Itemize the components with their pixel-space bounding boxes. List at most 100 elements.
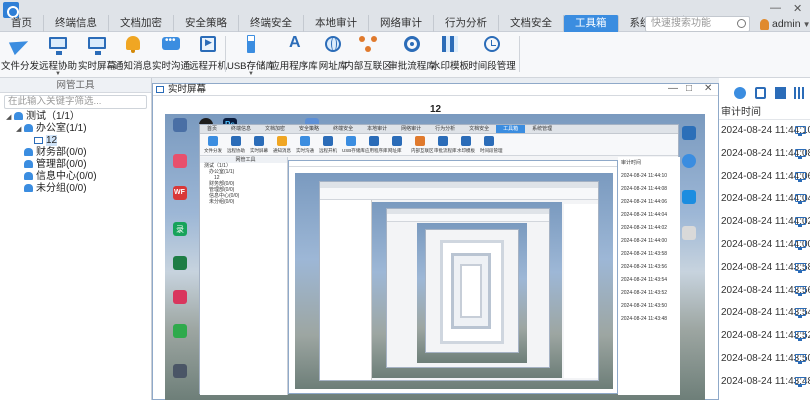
remote-assist-icon [48, 35, 68, 55]
audit-row[interactable]: 2024-08-24 11:44:10 [719, 120, 810, 143]
remote-desktop-view[interactable]: Ps WF 录 首页终端信息文档加密安全策略终端安全本地审计网络审计行为分析文档… [165, 114, 705, 400]
tool-bell-button[interactable]: 通知消息 [114, 34, 152, 74]
tab-item[interactable]: 终端信息 [44, 15, 109, 32]
tab-item[interactable]: 本地审计 [304, 15, 369, 32]
tool-flow-button[interactable]: 审批流程库 [388, 34, 436, 74]
monitor-icon[interactable] [795, 126, 806, 136]
nested-tree-l2 [320, 200, 372, 380]
tree-node[interactable]: 管理部(0/0) [0, 159, 151, 171]
tree-node[interactable]: 信息中心(0/0) [0, 171, 151, 183]
minimize-button[interactable]: — [668, 83, 678, 94]
usb-icon-shape [247, 35, 255, 53]
monitor-icon[interactable] [795, 262, 806, 273]
tab-item[interactable]: 首页 [0, 15, 44, 32]
tree-node[interactable]: ◢ 测试（1/1） [0, 111, 151, 123]
audit-row[interactable]: 2024-08-24 11:44:02 [719, 211, 810, 234]
tab-item[interactable]: 文档安全 [499, 15, 564, 32]
tool-monitor-button[interactable]: 实时屏幕 [78, 34, 116, 74]
monitor-icon[interactable] [795, 308, 806, 319]
toolbox-toolbar: 文件分发远程协助▼实时屏幕通知消息实时沟通远程开机USB存储库▼应用程序库网址库… [0, 32, 810, 78]
audit-row[interactable]: 2024-08-24 11:43:52 [719, 325, 810, 348]
monitor-icon[interactable] [795, 376, 806, 387]
tree-filter-input[interactable]: 在此输入关键字筛选... [4, 95, 147, 109]
minimize-button[interactable]: — [770, 2, 781, 14]
export-icon[interactable] [755, 87, 766, 99]
remote-tool-label: 通知消息 [273, 148, 291, 153]
tool-power-button[interactable]: 远程开机 [189, 34, 227, 74]
audit-row[interactable]: 2024-08-24 11:43:56 [719, 280, 810, 303]
tab-item[interactable]: 终端安全 [239, 15, 304, 32]
tree-node-label: 未分组(0/0) [36, 183, 87, 194]
tool-app-library-button[interactable]: 应用程序库 [270, 34, 318, 74]
tab-item[interactable]: 工具箱 [564, 15, 619, 32]
close-button[interactable]: ✕ [793, 2, 802, 15]
tool-mosaic-button[interactable]: 水印模板 [431, 34, 469, 74]
tree-filter-placeholder: 在此输入关键字筛选... [8, 96, 102, 107]
network-icon-shape [359, 36, 377, 54]
tool-paper-plane-button[interactable]: 文件分发 [1, 34, 39, 74]
tool-network-button[interactable]: 内部互联区 [344, 34, 392, 74]
remote-audit-header: 审计时间 [621, 160, 642, 166]
desktop-app-icon [682, 154, 696, 168]
tool-label: 实时沟通 [152, 61, 191, 72]
tree-node[interactable]: ◢ 办公室(1/1) [0, 123, 151, 135]
title-bar: 首页终端信息文档加密安全策略终端安全本地审计网络审计行为分析文档安全工具箱系统管… [0, 0, 810, 32]
audit-row[interactable]: 2024-08-24 11:43:54 [719, 302, 810, 325]
audit-row[interactable]: 2024-08-24 11:44:00 [719, 234, 810, 257]
monitor-icon[interactable] [795, 194, 806, 205]
monitor-icon[interactable] [795, 148, 806, 159]
audit-row[interactable]: 2024-08-24 11:44:06 [719, 166, 810, 189]
tab-item[interactable]: 安全策略 [174, 15, 239, 32]
remote-tool-label: 内部互联区 [411, 148, 434, 153]
remote-power-icon [323, 136, 333, 146]
tool-label: 远程协助 [39, 61, 78, 72]
tool-usb-button[interactable]: USB存储库 ▼ [227, 34, 275, 77]
remote-app-library-icon [369, 136, 379, 146]
tool-clock-button[interactable]: 时间段管理 [468, 34, 516, 74]
close-button[interactable]: ✕ [704, 83, 712, 94]
tree-node[interactable]: 财务部(0/0) [0, 147, 151, 159]
audit-row[interactable]: 2024-08-24 11:43:58 [719, 257, 810, 280]
tool-label: 内部互联区 [344, 61, 392, 72]
audit-row[interactable]: 2024-08-24 11:43:48 [719, 371, 810, 394]
globe-icon [323, 35, 343, 55]
remote-bell-icon [277, 136, 287, 146]
audit-row[interactable]: 2024-08-24 11:44:04 [719, 188, 810, 211]
tree-node[interactable]: 未分组(0/0) [0, 183, 151, 195]
monitor-icon[interactable] [795, 217, 806, 228]
monitor-icon[interactable] [795, 331, 806, 342]
remote-realtime-window [288, 160, 618, 394]
monitor-icon[interactable] [795, 171, 806, 182]
tab-item[interactable]: 网络审计 [369, 15, 434, 32]
monitor-icon[interactable] [795, 285, 806, 296]
clock-icon-shape [484, 36, 500, 52]
audit-time-list: 2024-08-24 11:44:10 2024-08-24 11:44:08 20… [719, 120, 810, 394]
monitor-icon[interactable] [795, 239, 806, 250]
tab-item[interactable]: 文档加密 [109, 15, 174, 32]
tool-remote-assist-button[interactable]: 远程协助 ▼ [39, 34, 78, 77]
audit-row[interactable]: 2024-08-24 11:44:08 [719, 143, 810, 166]
remote-tab-item: 工具箱 [496, 125, 526, 133]
nested-toolbar-l2 [320, 188, 598, 200]
tool-label: 实时屏幕 [78, 61, 117, 72]
save-icon[interactable] [775, 87, 786, 99]
columns-icon[interactable] [794, 87, 805, 99]
nested-toolbar-l3 [387, 214, 549, 222]
monitor-icon[interactable] [795, 353, 806, 364]
audit-time-header[interactable]: 审计时间 [719, 106, 810, 120]
refresh-icon[interactable] [734, 87, 746, 99]
tab-item[interactable]: 行为分析 [434, 15, 499, 32]
search-input[interactable]: 快速搜索功能 [645, 16, 750, 32]
network-node [365, 46, 371, 52]
audit-row[interactable]: 2024-08-24 11:43:50 [719, 348, 810, 371]
user-menu[interactable]: admin ▼ [760, 17, 810, 31]
search-icon[interactable] [737, 19, 746, 28]
realtime-window-titlebar[interactable]: 实时屏幕 — □ ✕ [153, 83, 718, 96]
tree-node[interactable]: 12 [0, 135, 151, 147]
app-library-icon-shape [286, 34, 302, 52]
tool-chat-button[interactable]: 实时沟通 [152, 34, 190, 74]
right-toolbar [719, 78, 810, 106]
maximize-button[interactable]: □ [686, 83, 692, 94]
desktop-app-icon [173, 154, 187, 168]
remote-audit-time: 2024-08-24 11:44:08 [621, 186, 668, 192]
